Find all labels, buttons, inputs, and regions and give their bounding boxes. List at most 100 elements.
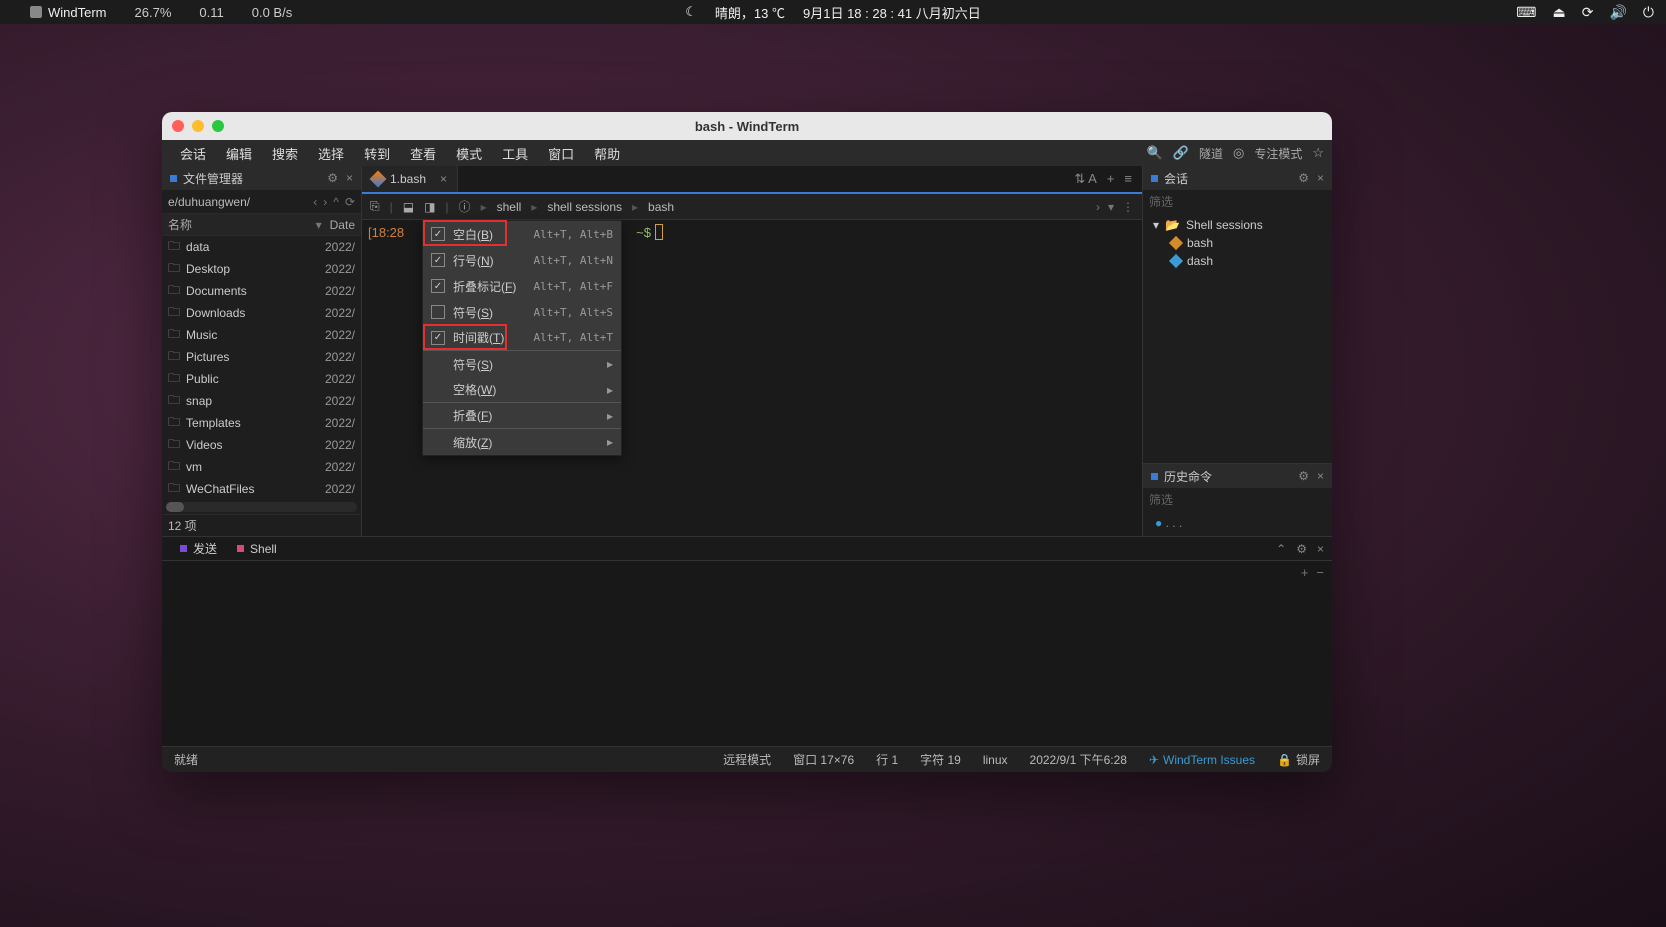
dropdown-item[interactable]: ✓空白(B)Alt+T, Alt+B <box>423 221 621 247</box>
info-icon[interactable]: ⓘ <box>459 198 471 215</box>
nav-back-icon[interactable]: ‹ <box>313 195 317 209</box>
menu-search[interactable]: 搜索 <box>262 144 308 163</box>
file-row[interactable]: 🗀data2022/ <box>162 236 361 258</box>
col-date[interactable]: Date <box>330 218 355 232</box>
power-icon[interactable]: ⏻ <box>1643 4 1654 21</box>
tunnel-label[interactable]: 隧道 <box>1199 145 1223 162</box>
nav-up-icon[interactable]: ^ <box>333 195 339 209</box>
history-filter[interactable]: 筛选 <box>1143 488 1332 510</box>
folder-icon: 🗀 <box>168 325 180 346</box>
tab-close-icon[interactable]: × <box>440 172 447 186</box>
crumb-shell[interactable]: shell <box>497 200 522 214</box>
col-name[interactable]: 名称 <box>168 216 316 233</box>
panel-close-icon[interactable]: × <box>346 171 353 185</box>
star-icon[interactable]: ☆ <box>1312 145 1324 161</box>
file-row[interactable]: 🗀WeChatFiles2022/ <box>162 478 361 500</box>
nav-fwd-icon[interactable]: › <box>323 195 327 209</box>
dropdown-item[interactable]: 缩放(Z)▸ <box>423 429 621 455</box>
tunnel-icon[interactable]: 🔗 <box>1173 145 1189 161</box>
file-row[interactable]: 🗀Music2022/ <box>162 324 361 346</box>
history-item[interactable]: . . . <box>1166 516 1183 530</box>
menu-select[interactable]: 选择 <box>308 144 354 163</box>
menu-mode[interactable]: 模式 <box>446 144 492 163</box>
search-icon[interactable]: 🔍 <box>1147 145 1163 161</box>
eject-icon[interactable]: ⏏ <box>1553 4 1566 21</box>
tab-send[interactable]: 发送 <box>170 540 227 557</box>
tab-a-icon[interactable]: ⇅ A <box>1074 171 1096 187</box>
focus-label[interactable]: 专注模式 <box>1254 145 1302 162</box>
file-row[interactable]: 🗀Downloads2022/ <box>162 302 361 324</box>
toolbar-dropdown-icon[interactable]: ▾ <box>1108 200 1114 214</box>
terminal[interactable]: [18:28 ~$ ✓空白(B)Alt+T, Alt+B✓行号(N)Alt+T,… <box>362 220 1142 536</box>
window-minimize-button[interactable] <box>192 120 204 132</box>
file-row[interactable]: 🗀vm2022/ <box>162 456 361 478</box>
menu-window[interactable]: 窗口 <box>538 144 584 163</box>
session-item[interactable]: dash <box>1143 252 1332 270</box>
pane-add-icon[interactable]: + <box>1301 565 1309 580</box>
session-name: dash <box>1187 254 1213 268</box>
dropdown-item[interactable]: ✓时间戳(T)Alt+T, Alt+T <box>423 325 621 351</box>
dropdown-item[interactable]: 符号(S)Alt+T, Alt+S <box>423 299 621 325</box>
input-icon[interactable]: ⌨ <box>1516 4 1536 21</box>
dropdown-item[interactable]: 空格(W)▸ <box>423 377 621 403</box>
history-close-icon[interactable]: × <box>1317 469 1324 483</box>
path-text[interactable]: e/duhuangwen/ <box>168 195 250 209</box>
session-group[interactable]: ▾ 📂 Shell sessions <box>1143 216 1332 234</box>
status-issues-link[interactable]: ✈ WindTerm Issues <box>1149 753 1255 767</box>
file-row[interactable]: 🗀Videos2022/ <box>162 434 361 456</box>
menu-goto[interactable]: 转到 <box>354 144 400 163</box>
toolbar-more-icon[interactable]: ⋮ <box>1122 200 1134 214</box>
menu-session[interactable]: 会话 <box>170 144 216 163</box>
dropdown-item[interactable]: ✓折叠标记(F)Alt+T, Alt+F <box>423 273 621 299</box>
bottom-close-icon[interactable]: × <box>1317 542 1324 556</box>
file-row[interactable]: 🗀Public2022/ <box>162 368 361 390</box>
sessions-filter[interactable]: 筛选 <box>1143 190 1332 212</box>
window-maximize-button[interactable] <box>212 120 224 132</box>
panel-gear-icon[interactable]: ⚙ <box>327 171 338 185</box>
new-icon[interactable]: ⎘ <box>370 199 380 214</box>
volume-icon[interactable]: 🔊 <box>1609 4 1626 21</box>
dropdown-item[interactable]: 折叠(F)▸ <box>423 403 621 429</box>
bottom-pane[interactable]: + − <box>162 560 1332 746</box>
file-row[interactable]: 🗀Desktop2022/ <box>162 258 361 280</box>
menu-view[interactable]: 查看 <box>400 144 446 163</box>
file-date: 2022/ <box>325 438 355 452</box>
session-item[interactable]: bash <box>1143 234 1332 252</box>
toolbar-nav-icon[interactable]: › <box>1096 200 1100 214</box>
collapse-icon[interactable]: ⌃ <box>1276 542 1286 556</box>
dropdown-item[interactable]: 符号(S)▸ <box>423 351 621 377</box>
split-v-icon[interactable]: ◨ <box>424 200 435 214</box>
menubar-app[interactable]: WindTerm <box>30 5 107 20</box>
focus-icon[interactable]: ◎ <box>1233 145 1244 161</box>
crumb-sessions[interactable]: shell sessions <box>547 200 622 214</box>
tab-menu-icon[interactable]: ≡ <box>1124 171 1132 187</box>
bottom-gear-icon[interactable]: ⚙ <box>1296 542 1307 556</box>
window-close-button[interactable] <box>172 120 184 132</box>
titlebar[interactable]: bash - WindTerm <box>162 112 1332 140</box>
dropdown-item[interactable]: ✓行号(N)Alt+T, Alt+N <box>423 247 621 273</box>
tab-send-label: 发送 <box>193 540 217 557</box>
nav-refresh-icon[interactable]: ⟳ <box>345 195 355 209</box>
tab-shell[interactable]: Shell <box>227 542 287 556</box>
file-row[interactable]: 🗀Templates2022/ <box>162 412 361 434</box>
sessions-gear-icon[interactable]: ⚙ <box>1298 171 1309 185</box>
history-gear-icon[interactable]: ⚙ <box>1298 469 1309 483</box>
filter-placeholder: 筛选 <box>1149 193 1173 210</box>
tab-bash[interactable]: 1.bash × <box>362 166 458 192</box>
status-remote[interactable]: 远程模式 <box>723 751 771 768</box>
file-row[interactable]: 🗀Pictures2022/ <box>162 346 361 368</box>
status-lock[interactable]: 🔒 锁屏 <box>1277 751 1320 768</box>
tab-add-icon[interactable]: + <box>1107 171 1115 187</box>
sessions-close-icon[interactable]: × <box>1317 171 1324 185</box>
file-row[interactable]: 🗀Documents2022/ <box>162 280 361 302</box>
crumb-bash[interactable]: bash <box>648 200 674 214</box>
menu-help[interactable]: 帮助 <box>584 144 630 163</box>
sync-icon[interactable]: ⟳ <box>1582 4 1594 21</box>
file-list-scrollbar[interactable] <box>166 502 357 512</box>
menu-edit[interactable]: 编辑 <box>216 144 262 163</box>
split-h-icon[interactable]: ⬓ <box>403 200 414 214</box>
file-row[interactable]: 🗀snap2022/ <box>162 390 361 412</box>
sort-icon[interactable]: ▾ <box>316 218 322 232</box>
pane-remove-icon[interactable]: − <box>1316 565 1324 580</box>
menu-tools[interactable]: 工具 <box>492 144 538 163</box>
